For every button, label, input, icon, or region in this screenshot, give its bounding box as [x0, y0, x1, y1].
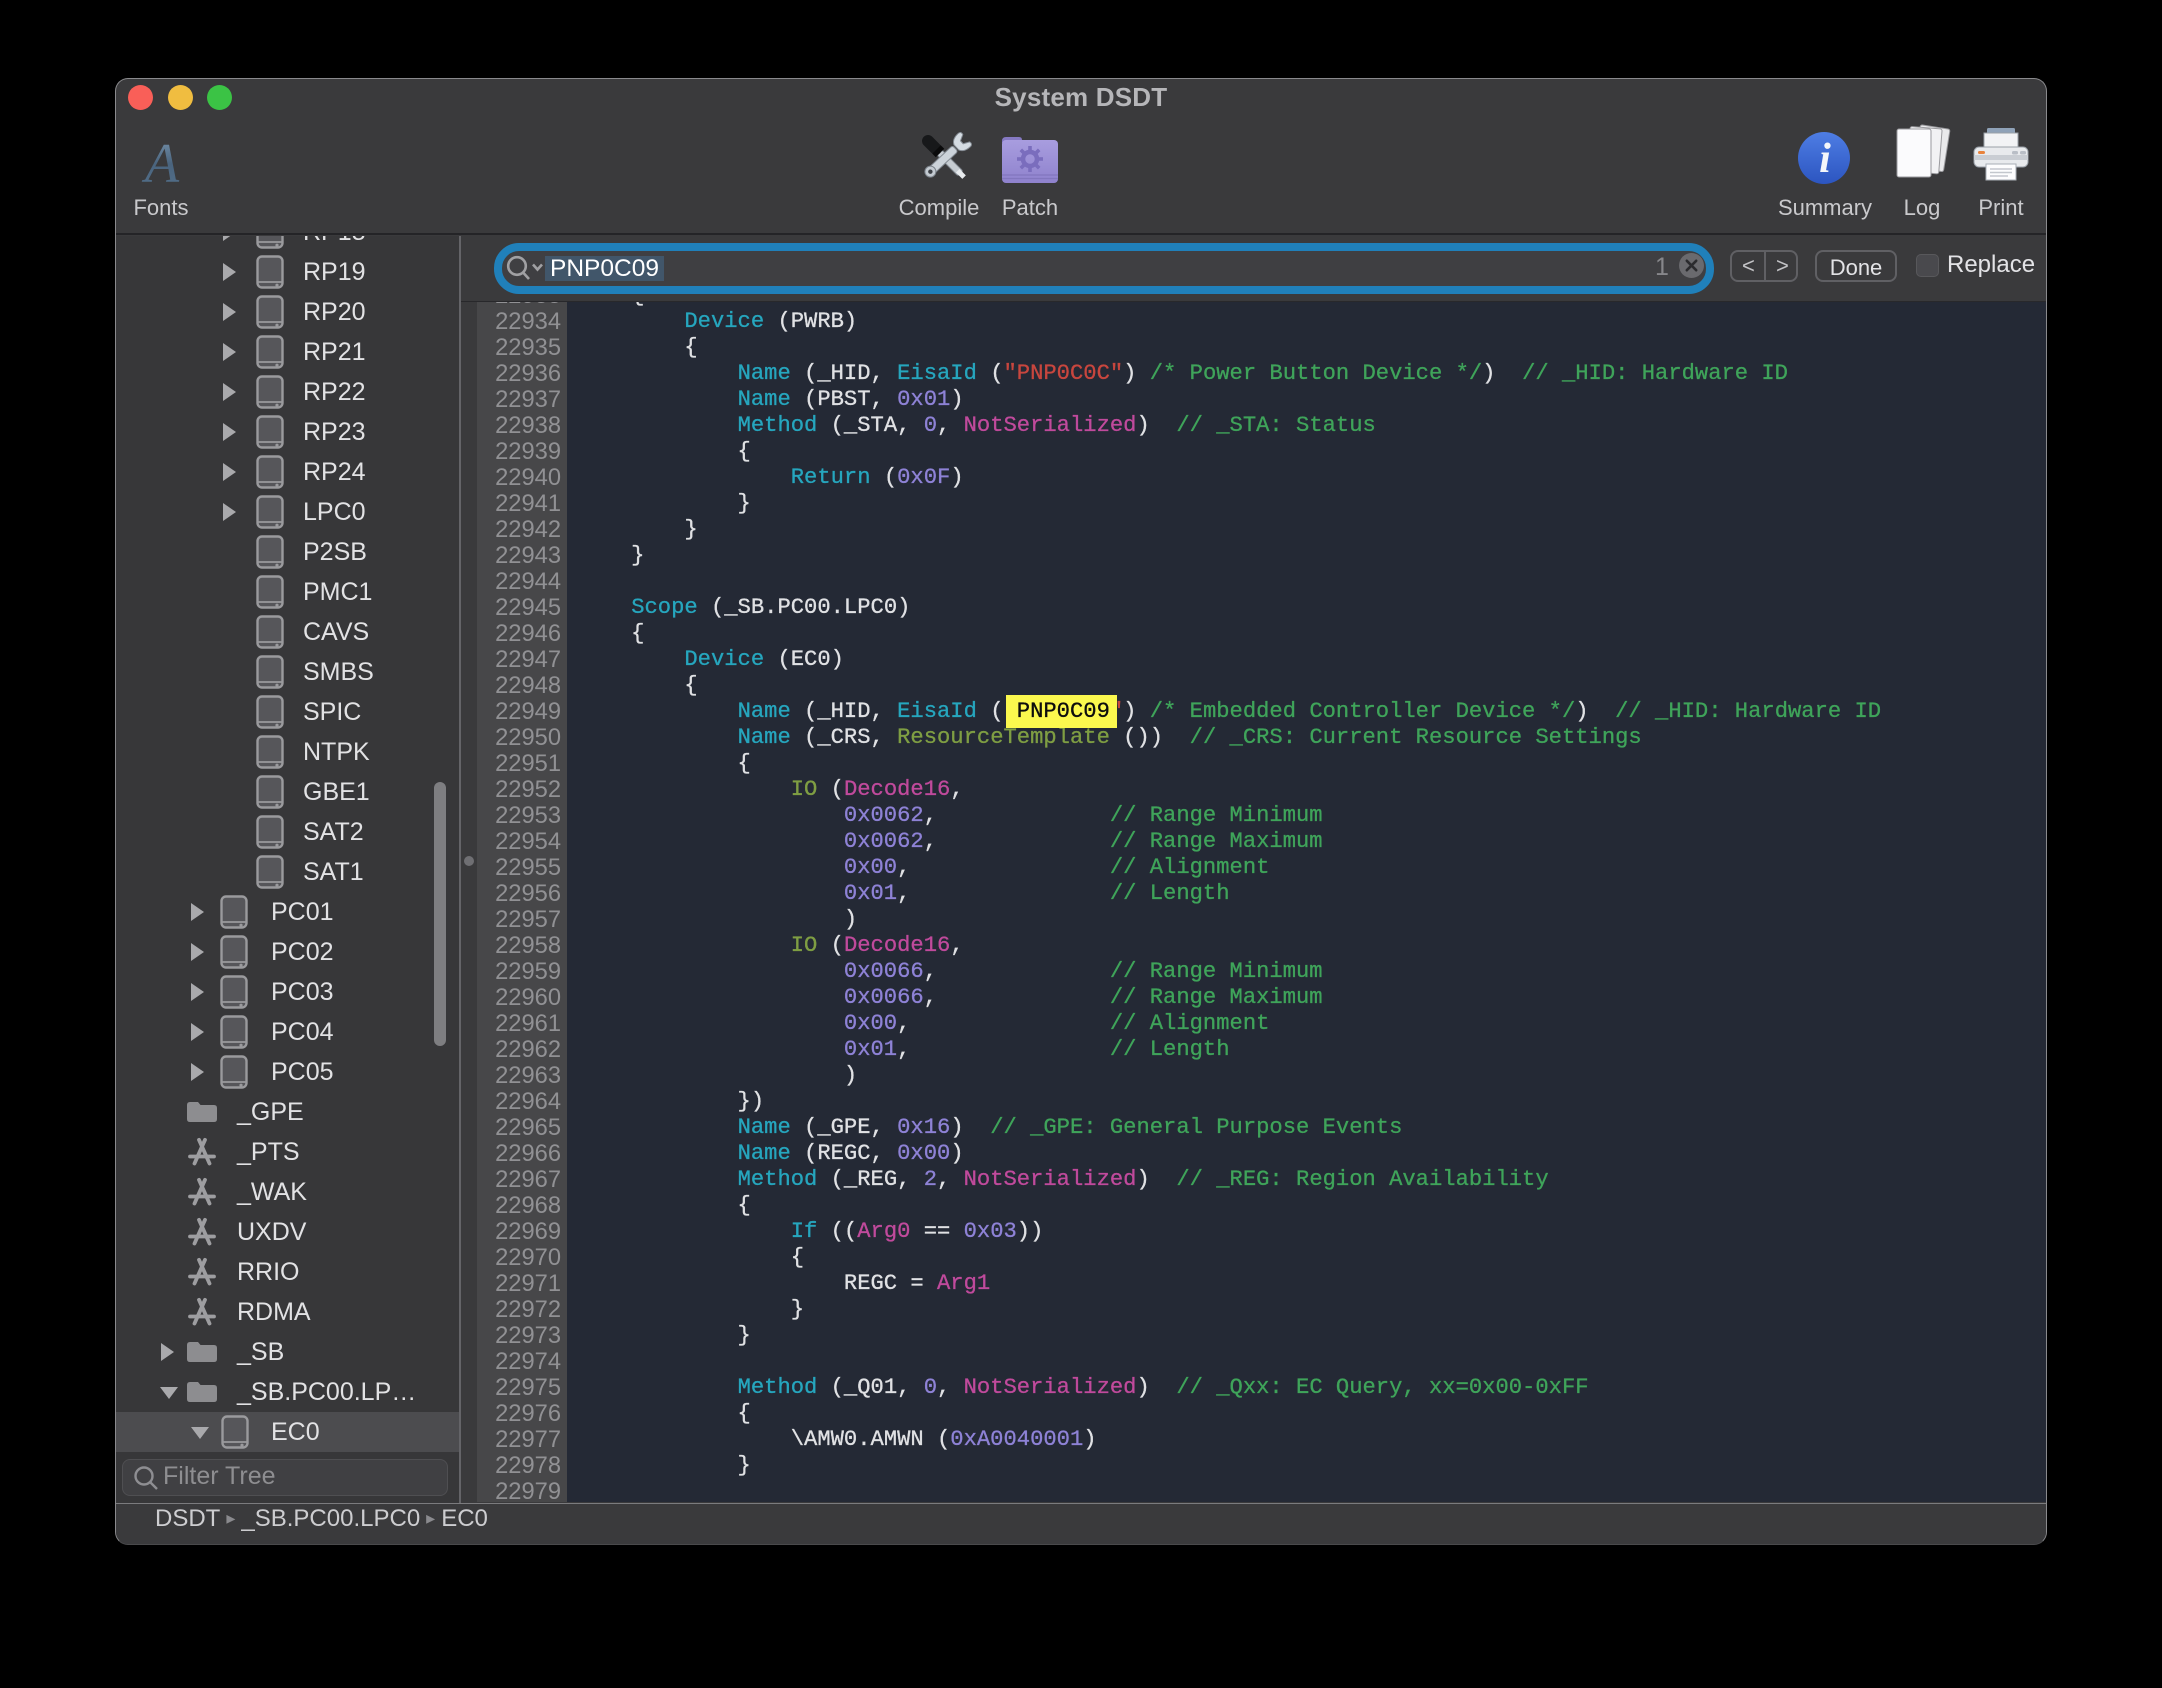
svg-text:i: i	[1819, 136, 1831, 182]
svg-text:A: A	[141, 136, 180, 188]
